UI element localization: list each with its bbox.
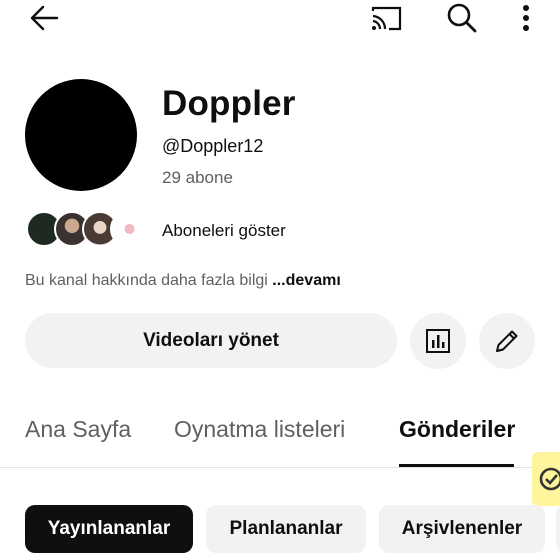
- manage-videos-button[interactable]: Videoları yönet: [25, 313, 397, 368]
- cast-button[interactable]: [364, 0, 408, 36]
- search-icon: [447, 3, 477, 33]
- top-app-bar: [0, 0, 560, 40]
- tab-playlists[interactable]: Oynatma listeleri: [174, 416, 345, 443]
- subscriber-avatars[interactable]: [26, 211, 146, 249]
- subscriber-count: 29 abone: [162, 168, 233, 187]
- chip-scheduled[interactable]: Planlananlar: [206, 505, 366, 553]
- more-options-button[interactable]: [508, 0, 544, 36]
- about-text: Bu kanal hakkında daha fazla bilgi: [25, 272, 273, 289]
- floating-side-button[interactable]: [532, 452, 560, 506]
- tab-home[interactable]: Ana Sayfa: [25, 416, 131, 443]
- channel-name: Doppler: [162, 84, 296, 123]
- analytics-icon: [426, 329, 450, 353]
- avatar: [110, 211, 146, 247]
- search-button[interactable]: [440, 0, 484, 36]
- channel-handle: @Doppler12: [162, 136, 264, 156]
- check-circle-icon: [539, 467, 560, 491]
- analytics-button[interactable]: [410, 313, 466, 369]
- about-more-link[interactable]: ...devamı: [272, 272, 340, 289]
- show-subscribers-link[interactable]: Aboneleri göster: [162, 221, 286, 241]
- tab-selected-indicator: [399, 464, 514, 467]
- chip-archived[interactable]: Arşivlenenler: [379, 505, 545, 553]
- back-arrow-icon: [30, 5, 59, 31]
- channel-about[interactable]: Bu kanal hakkında daha fazla bilgi ...de…: [25, 272, 341, 290]
- channel-tabs: Ana Sayfa Oynatma listeleri Gönderiler: [0, 404, 560, 468]
- pencil-icon: [496, 330, 518, 352]
- post-filter-chips: Yayınlananlar Planlananlar Arşivlenenler: [0, 505, 560, 555]
- more-vertical-icon: [523, 5, 529, 31]
- channel-avatar[interactable]: [25, 79, 137, 191]
- chip-published[interactable]: Yayınlananlar: [25, 505, 193, 553]
- chip-overflow[interactable]: [556, 505, 560, 553]
- cast-icon: [371, 6, 402, 31]
- back-button[interactable]: [24, 0, 64, 36]
- tab-posts[interactable]: Gönderiler: [399, 416, 515, 443]
- edit-channel-button[interactable]: [479, 313, 535, 369]
